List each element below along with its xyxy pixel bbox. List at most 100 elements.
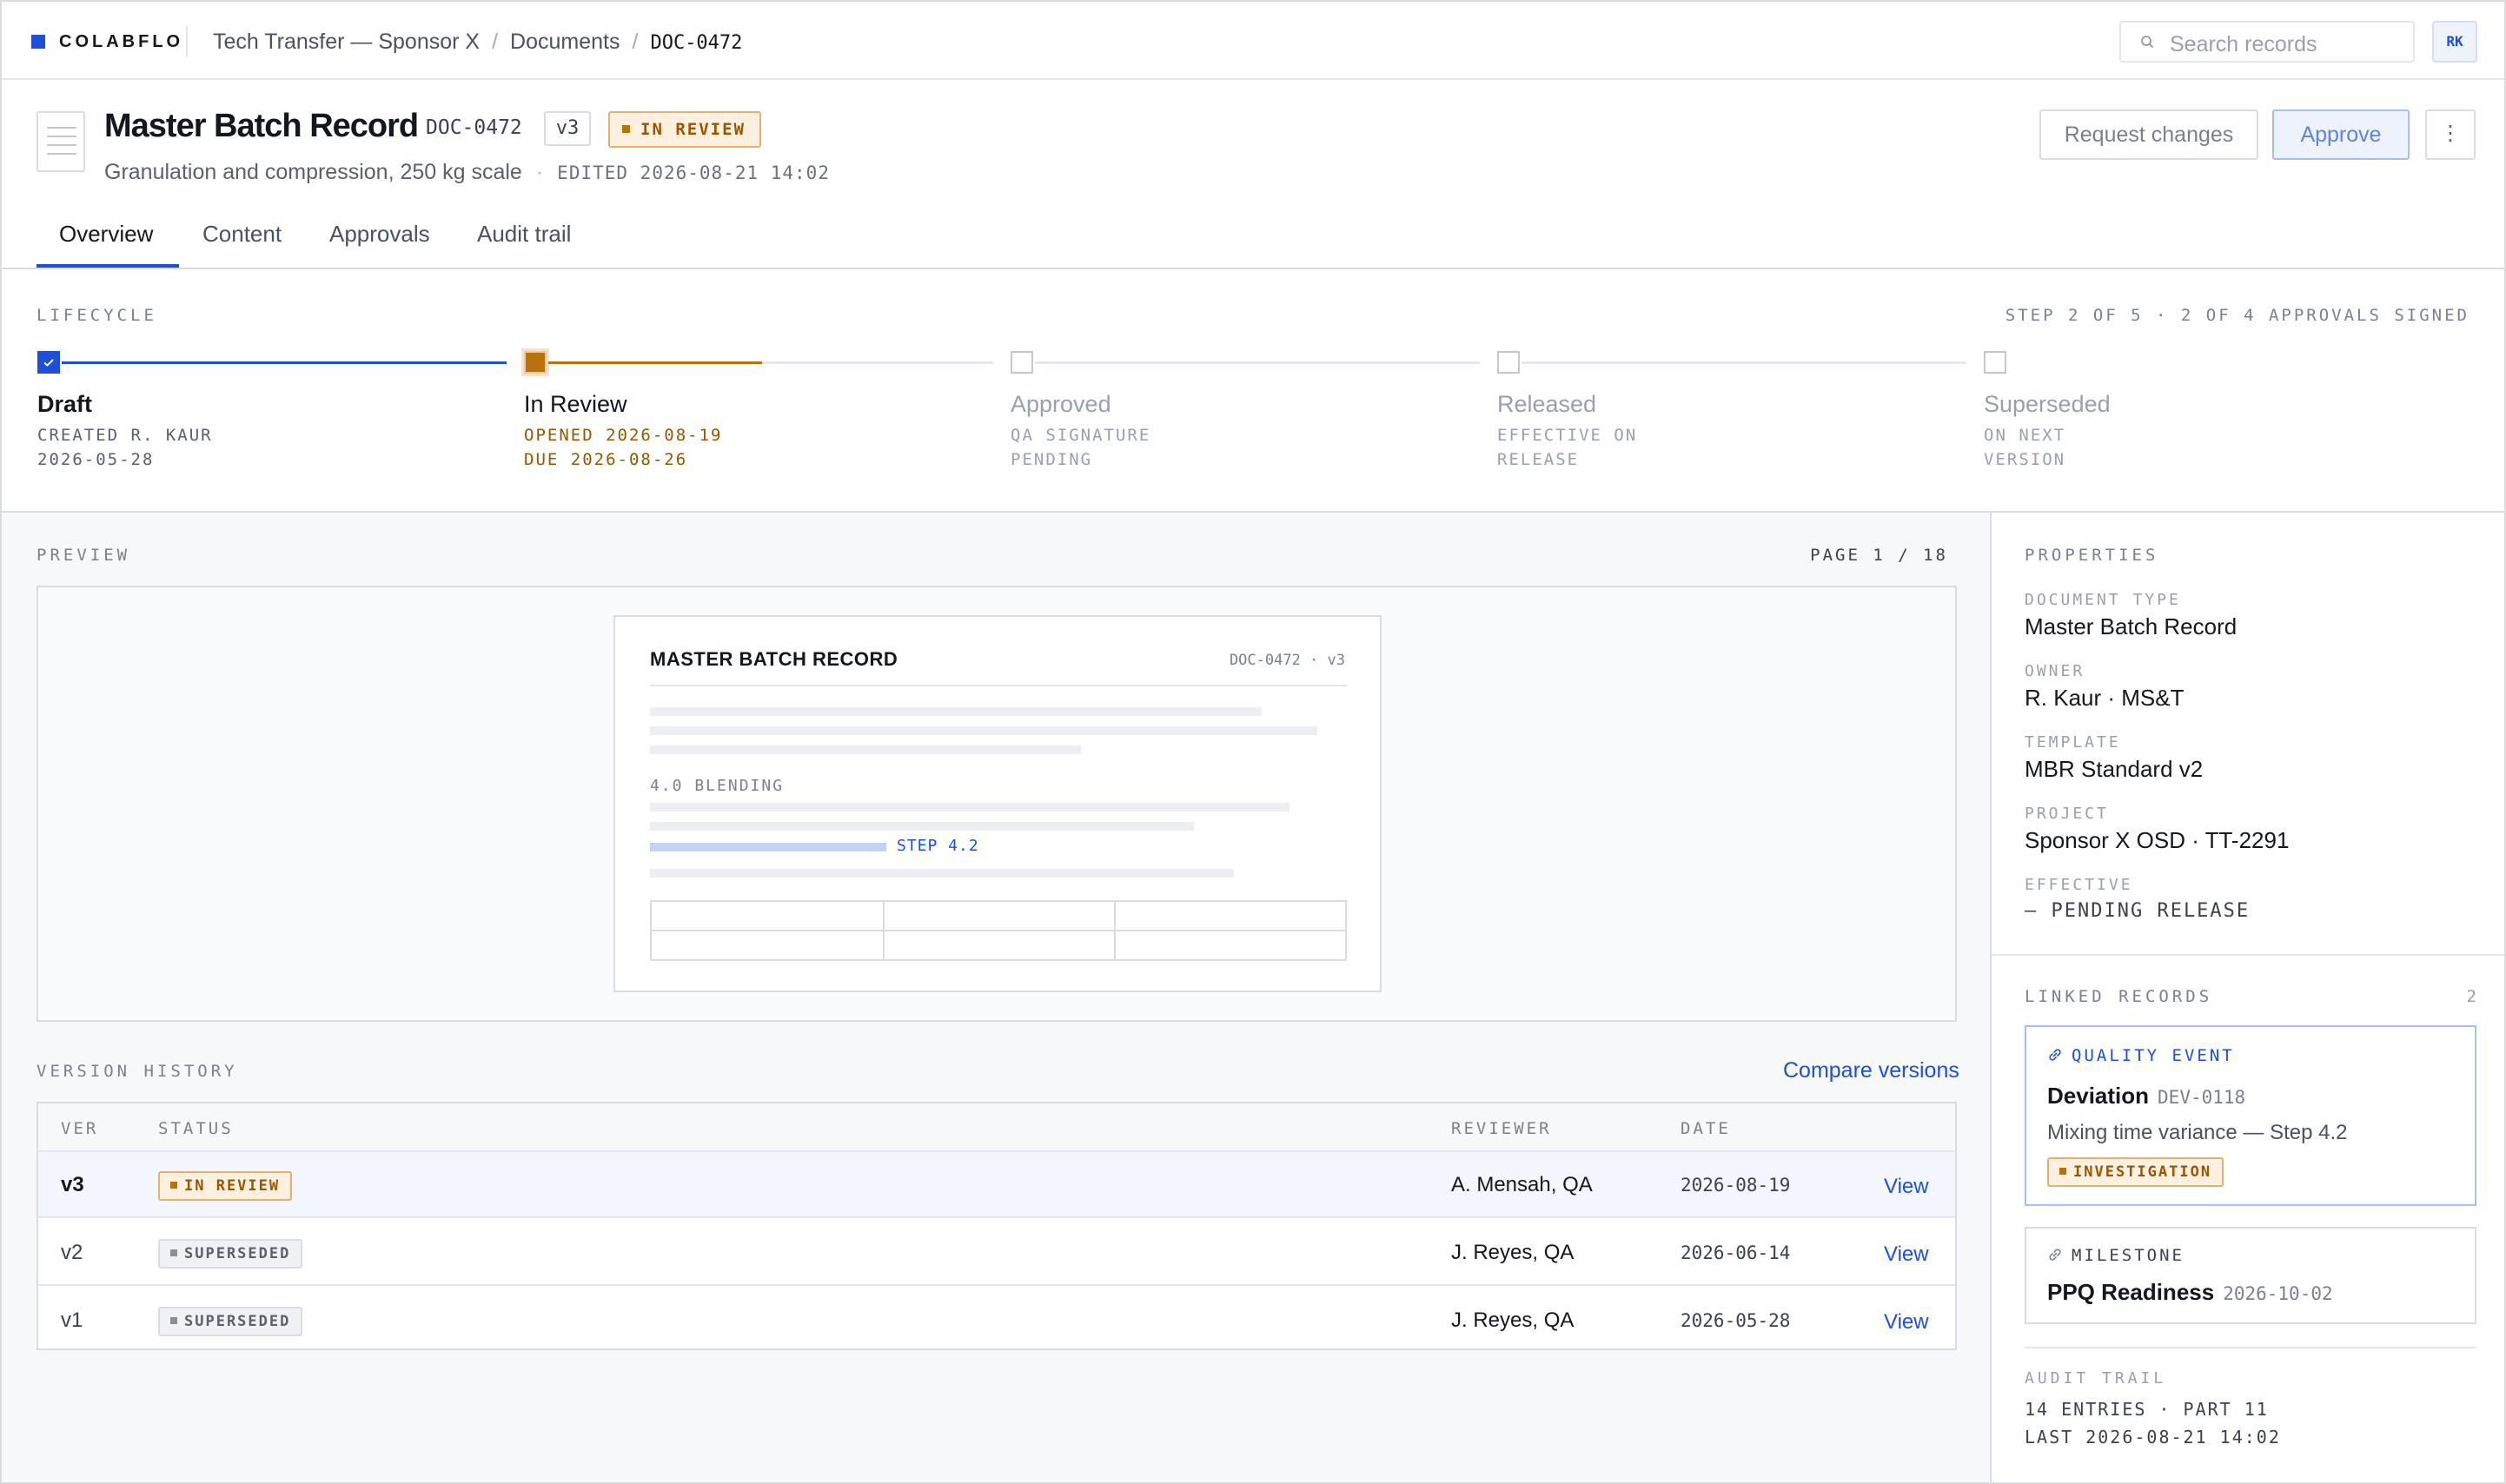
link-icon: [2049, 1049, 2061, 1061]
breadcrumb-separator: /: [492, 30, 499, 54]
step-detail: 2026-05-28: [37, 450, 155, 469]
table-row[interactable]: v1 SUPERSEDED J. Reyes, QA 2026-05-28 Vi…: [38, 1288, 1955, 1354]
step-detail: OPENED 2026-08-19: [524, 426, 723, 445]
linked-records-count: 2: [2466, 987, 2476, 1006]
divider: [2025, 1347, 2476, 1348]
breadcrumb-item-project[interactable]: Tech Transfer — Sponsor X: [213, 30, 480, 54]
linked-records-label: LINKED RECORDS: [2025, 987, 2213, 1006]
step-checkbox-icon: [524, 351, 547, 374]
lifecycle-summary: STEP 2 OF 5 · 2 OF 4 APPROVALS SIGNED: [2005, 306, 2470, 325]
table-row[interactable]: v3 IN REVIEW A. Mensah, QA 2026-08-19 Vi…: [38, 1152, 1955, 1218]
record-title: Deviation DEV-0118: [2047, 1083, 2246, 1109]
step-detail: QA SIGNATURE: [1011, 426, 1151, 445]
column-header: REVIEWER: [1451, 1119, 1552, 1138]
audit-last-entry[interactable]: LAST 2026-08-21 14:02: [2025, 1427, 2281, 1448]
record-date: 2026-10-02: [2223, 1283, 2333, 1304]
record-id: DEV-0118: [2158, 1087, 2246, 1108]
lifecycle-step-approved: Approved QA SIGNATURE PENDING: [1011, 351, 1480, 473]
search-icon: [2141, 36, 2154, 49]
highlighted-text: [650, 843, 886, 851]
linked-record-card[interactable]: QUALITY EVENT Deviation DEV-0118 Mixing t…: [2025, 1025, 2476, 1206]
text-placeholder: [650, 869, 1234, 878]
lifecycle-step-draft: Draft CREATED R. KAUR 2026-05-28: [37, 351, 507, 473]
status-badge: SUPERSEDED: [158, 1307, 303, 1336]
reviewer-cell: J. Reyes, QA: [1451, 1308, 1575, 1332]
breadcrumb-separator: /: [632, 30, 639, 54]
property-value: Master Batch Record: [2025, 613, 2238, 639]
view-link[interactable]: View: [1884, 1310, 1929, 1335]
step-name: Superseded: [1984, 391, 2111, 417]
property-label: EFFECTIVE: [2025, 876, 2133, 894]
search-input[interactable]: Search records: [2119, 21, 2415, 63]
lifecycle-label: LIFECYCLE: [36, 306, 157, 325]
step-checkbox-icon: [1984, 351, 2006, 374]
preview-page-id: DOC-0472 · v3: [1229, 652, 1345, 669]
column-header: STATUS: [158, 1119, 234, 1138]
approve-button[interactable]: Approve: [2272, 109, 2410, 160]
status-dot-icon: [622, 125, 630, 133]
step-detail: VERSION: [1984, 450, 2066, 469]
top-bar: COLABFLO Tech Transfer — Sponsor X / Docum…: [2, 2, 2504, 80]
step-name: Approved: [1011, 391, 1111, 417]
date-cell: 2026-06-14: [1681, 1242, 1791, 1263]
breadcrumb-item-documents[interactable]: Documents: [510, 30, 620, 54]
view-link[interactable]: View: [1884, 1175, 1929, 1199]
preview-page: MASTER BATCH RECORD DOC-0472 · v3 4.0 BL…: [613, 615, 1382, 992]
audit-summary: 14 ENTRIES · PART 11: [2025, 1399, 2269, 1420]
step-progress: [62, 361, 507, 364]
date-cell: 2026-05-28: [1681, 1310, 1791, 1331]
tab-audit-trail[interactable]: Audit trail: [477, 221, 571, 248]
page-indicator: PAGE 1 / 18: [1810, 546, 1948, 565]
document-icon: [36, 111, 85, 172]
preview-step-reference[interactable]: STEP 4.2: [897, 837, 979, 855]
step-detail: ON NEXT: [1984, 426, 2066, 445]
step-progress: [548, 361, 762, 364]
table-row[interactable]: v2 SUPERSEDED J. Reyes, QA 2026-06-14 Vi…: [38, 1220, 1955, 1286]
step-detail: DUE 2026-08-26: [524, 450, 688, 469]
tab-content[interactable]: Content: [202, 221, 282, 248]
text-placeholder: [650, 707, 1262, 716]
lifecycle-step-released: Released EFFECTIVE ON RELEASE: [1497, 351, 1966, 473]
text-placeholder: [650, 803, 1289, 812]
preview-page-title: MASTER BATCH RECORD: [650, 648, 898, 670]
record-kind: QUALITY EVENT: [2047, 1046, 2235, 1065]
logo-mark-icon: [31, 35, 45, 49]
linked-record-card[interactable]: MILESTONE PPQ Readiness 2026-10-02: [2025, 1227, 2476, 1324]
preview-section-heading: 4.0 BLENDING: [650, 777, 785, 795]
table-header: VER STATUS REVIEWER DATE: [38, 1103, 1955, 1152]
lifecycle-step-superseded: Superseded ON NEXT VERSION: [1984, 351, 2473, 473]
user-avatar[interactable]: RK: [2432, 21, 2477, 63]
properties-sidebar: PROPERTIES DOCUMENT TYPE Master Batch Re…: [1990, 513, 2504, 1482]
step-detail: CREATED R. KAUR: [37, 426, 213, 445]
compare-versions-link[interactable]: Compare versions: [1783, 1058, 1959, 1083]
app-window: COLABFLO Tech Transfer — Sponsor X / Docum…: [0, 0, 2506, 1484]
property-label: TEMPLATE: [2025, 733, 2121, 752]
date-cell: 2026-08-19: [1681, 1175, 1791, 1196]
more-options-icon[interactable]: ⋮: [2425, 109, 2476, 160]
step-name: Released: [1497, 391, 1597, 417]
link-icon: [2049, 1249, 2061, 1261]
text-placeholder: [650, 745, 1081, 754]
reviewer-cell: A. Mensah, QA: [1451, 1173, 1593, 1196]
preview-table: [650, 900, 1347, 961]
record-title: PPQ Readiness 2026-10-02: [2047, 1279, 2333, 1305]
step-track: [1035, 361, 1480, 364]
divider: [650, 685, 1347, 686]
preview-label: PREVIEW: [36, 546, 131, 565]
document-id: DOC-0472: [426, 116, 522, 139]
tab-approvals[interactable]: Approvals: [329, 221, 430, 248]
view-link[interactable]: View: [1884, 1242, 1929, 1267]
properties-label: PROPERTIES: [2025, 546, 2159, 565]
breadcrumb-current: DOC-0472: [650, 32, 743, 54]
logo-text[interactable]: COLABFLO: [59, 32, 183, 52]
text-placeholder: [650, 822, 1194, 831]
step-detail: PENDING: [1011, 450, 1093, 469]
document-description: Granulation and compression, 250 kg scal…: [104, 160, 522, 184]
tab-overview[interactable]: Overview: [59, 221, 153, 248]
divider: [186, 26, 188, 57]
version-cell: v3: [61, 1173, 84, 1196]
step-track: [1522, 361, 1966, 364]
request-changes-button[interactable]: Request changes: [2039, 109, 2258, 160]
version-history-table: VER STATUS REVIEWER DATE v3 IN REVIEW A.…: [36, 1102, 1957, 1350]
search-placeholder: Search records: [2170, 32, 2317, 56]
